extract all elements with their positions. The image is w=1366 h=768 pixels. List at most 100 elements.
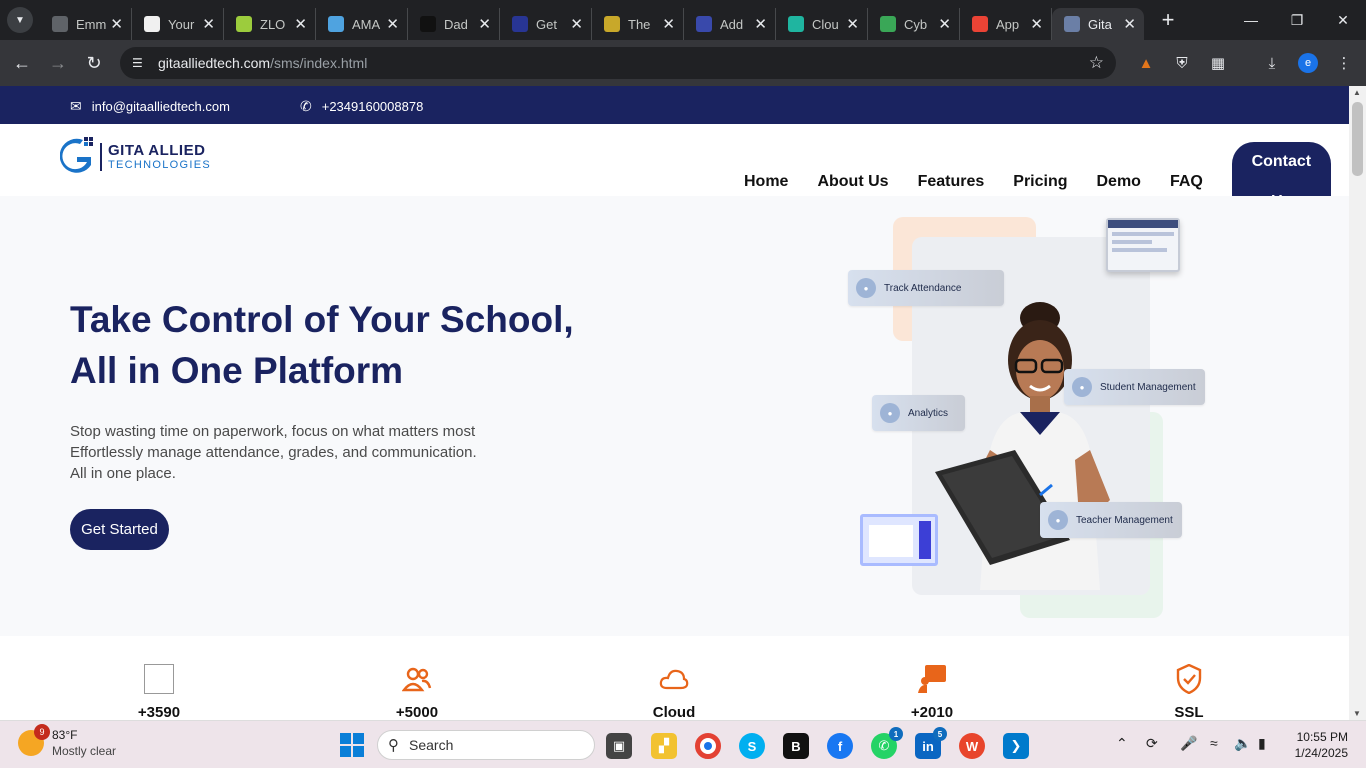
minimize-button[interactable]: — <box>1228 0 1274 40</box>
system-clock[interactable]: 10:55 PM 1/24/2025 <box>1295 729 1348 761</box>
tab-close-icon[interactable]: ✕ <box>754 15 767 33</box>
shield-extension-icon[interactable]: ⛨ <box>1169 50 1195 76</box>
linkedin-badge: 5 <box>933 727 947 741</box>
pill-student-management-label: Student Management <box>1100 381 1196 393</box>
forward-button[interactable]: → <box>40 53 76 74</box>
browser-menu-icon[interactable]: ⋮ <box>1331 50 1357 76</box>
back-button[interactable]: ← <box>4 53 40 74</box>
tab-close-icon[interactable]: ✕ <box>846 15 859 33</box>
url-path: /sms/index.html <box>270 55 368 71</box>
search-icon: ⚲ <box>388 737 399 754</box>
address-bar[interactable]: ☰ gitaalliedtech.com/sms/index.html ☆ <box>120 47 1116 79</box>
tab-favicon-icon <box>788 16 804 32</box>
web-page: ✉ info@gitaalliedtech.com ✆ +23491600088… <box>0 86 1349 720</box>
volume-icon[interactable]: 🔈 <box>1234 735 1251 752</box>
browser-tab-bar: ▼ Emm ✕ Your ✕ ZLO ✕ AMA ✕ Dad ✕ Get ✕ The ✕ Add ✕ Clou ✕… <box>0 0 1366 40</box>
browser-tab[interactable]: Cyb ✕ <box>868 8 960 40</box>
wps-office-icon[interactable]: W <box>959 733 985 759</box>
tab-close-icon[interactable]: ✕ <box>1030 15 1043 33</box>
hero-title-line1: Take Control of Your School, <box>70 299 574 340</box>
reload-button[interactable]: ↻ <box>76 53 112 74</box>
sync-icon[interactable]: ⟳ <box>1146 735 1158 752</box>
tab-search-button[interactable]: ▼ <box>7 7 33 33</box>
browser-tab[interactable]: Emm ✕ <box>40 8 132 40</box>
tab-title: Add <box>720 16 744 32</box>
task-view-icon[interactable]: ▣ <box>606 733 632 759</box>
browser-tab[interactable]: ZLO ✕ <box>224 8 316 40</box>
site-info-icon[interactable]: ☰ <box>132 55 148 71</box>
browser-tab[interactable]: Clou ✕ <box>776 8 868 40</box>
vscode-icon[interactable]: ❯ <box>1003 733 1029 759</box>
skype-icon[interactable]: S <box>739 733 765 759</box>
tab-favicon-icon <box>604 16 620 32</box>
browser-tab[interactable]: Gita ✕ <box>1052 8 1144 40</box>
tray-overflow-chevron-icon[interactable]: ⌃ <box>1116 735 1128 752</box>
file-explorer-icon[interactable]: ▞ <box>651 733 677 759</box>
extensions-puzzle-icon[interactable]: ▦ <box>1205 50 1231 76</box>
restore-button[interactable]: ❐ <box>1274 0 1320 40</box>
profile-avatar[interactable]: e <box>1298 53 1318 73</box>
tab-favicon-icon <box>880 16 896 32</box>
tab-favicon-icon <box>144 16 160 32</box>
stat-item: +3590 <box>99 664 219 720</box>
hero-subtitle: Stop wasting time on paperwork, focus on… <box>70 421 590 484</box>
users-icon <box>402 667 432 692</box>
wifi-icon[interactable]: ≈ <box>1210 735 1218 751</box>
scroll-thumb[interactable] <box>1352 102 1363 176</box>
tab-title: Your <box>168 16 195 32</box>
stat-item: SSL <box>1129 664 1249 720</box>
contact-email[interactable]: info@gitaalliedtech.com <box>92 99 230 114</box>
metamask-extension-icon[interactable]: ▲ <box>1133 50 1159 76</box>
scroll-down-arrow-icon[interactable]: ▼ <box>1353 709 1361 718</box>
weather-condition: Mostly clear <box>52 744 117 758</box>
hero-illustration: ● Track Attendance ● Analytics ● Student… <box>840 212 1220 622</box>
tab-close-icon[interactable]: ✕ <box>938 15 951 33</box>
site-logo[interactable]: GITA ALLIED TECHNOLOGIES <box>60 136 211 178</box>
browser-tab[interactable]: Get ✕ <box>500 8 592 40</box>
bookmark-star-icon[interactable]: ☆ <box>1089 53 1104 73</box>
microphone-icon[interactable]: 🎤 <box>1180 735 1197 752</box>
downloads-icon[interactable]: ⤓ <box>1259 50 1285 76</box>
dashboard-mockup-image <box>1106 218 1180 272</box>
start-button[interactable] <box>340 733 364 757</box>
tab-title: Dad <box>444 16 468 32</box>
cloud-icon <box>659 669 689 690</box>
browser-tab[interactable]: Your ✕ <box>132 8 224 40</box>
page-scrollbar[interactable]: ▲ ▼ <box>1349 86 1366 720</box>
stat-item: +2010 <box>872 664 992 720</box>
tab-close-icon[interactable]: ✕ <box>386 15 399 33</box>
browser-tab[interactable]: The ✕ <box>592 8 684 40</box>
linkedin-icon[interactable]: in 5 <box>915 727 947 759</box>
battery-icon[interactable]: ▮ <box>1258 735 1266 752</box>
sun-icon: 9 <box>18 724 50 756</box>
taskbar-search[interactable]: ⚲ Search <box>377 730 595 760</box>
tab-close-icon[interactable]: ✕ <box>662 15 675 33</box>
weather-temperature: 83°F <box>52 728 78 742</box>
bitwarden-app-icon[interactable]: B <box>783 733 809 759</box>
new-tab-button[interactable]: + <box>1156 7 1180 33</box>
browser-tab[interactable]: App ✕ <box>960 8 1052 40</box>
contact-phone[interactable]: +2349160008878 <box>322 99 424 114</box>
browser-tab[interactable]: AMA ✕ <box>316 8 408 40</box>
whatsapp-badge: 1 <box>889 727 903 741</box>
tab-close-icon[interactable]: ✕ <box>478 15 491 33</box>
tab-close-icon[interactable]: ✕ <box>202 15 215 33</box>
get-started-button[interactable]: Get Started <box>70 509 169 550</box>
scroll-up-arrow-icon[interactable]: ▲ <box>1353 88 1361 97</box>
whatsapp-icon[interactable]: ✆ 1 <box>871 727 903 759</box>
facebook-icon[interactable]: f <box>827 733 853 759</box>
tab-close-icon[interactable]: ✕ <box>570 15 583 33</box>
student-icon: ● <box>1072 377 1092 397</box>
tab-title: Clou <box>812 16 839 32</box>
tab-close-icon[interactable]: ✕ <box>1123 15 1136 33</box>
browser-tab[interactable]: Add ✕ <box>684 8 776 40</box>
hero-title: Take Control of Your School, All in One … <box>70 294 630 396</box>
tab-close-icon[interactable]: ✕ <box>294 15 307 33</box>
chrome-icon[interactable] <box>695 733 721 759</box>
tab-close-icon[interactable]: ✕ <box>110 15 123 33</box>
browser-tab[interactable]: Dad ✕ <box>408 8 500 40</box>
window-controls: — ❐ ✕ <box>1228 0 1366 40</box>
weather-widget[interactable]: 9 83°F Mostly clear <box>18 724 117 759</box>
tab-favicon-icon <box>1064 16 1080 32</box>
close-window-button[interactable]: ✕ <box>1320 0 1366 40</box>
